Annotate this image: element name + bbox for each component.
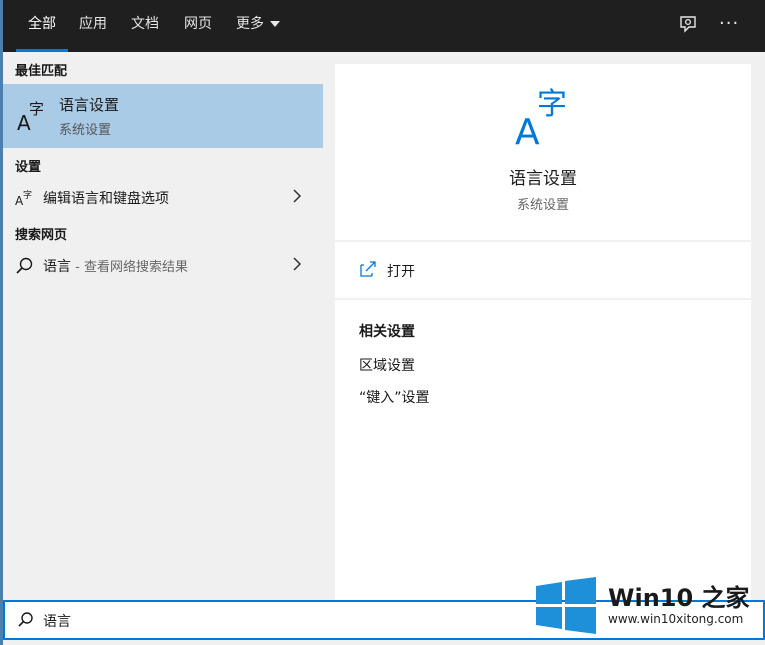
watermark: Win10 之家 www.win10xitong.com xyxy=(530,572,765,645)
search-icon xyxy=(15,256,35,276)
watermark-url: www.win10xitong.com xyxy=(608,612,744,626)
web-search-item[interactable]: 语言 - 查看网络搜索结果 xyxy=(3,250,323,282)
more-icon[interactable]: ··· xyxy=(719,14,743,38)
open-button[interactable]: 打开 xyxy=(387,261,415,281)
watermark-title: Win10 之家 xyxy=(608,584,750,612)
settings-item-edit-language[interactable]: A 字 编辑语言和键盘选项 xyxy=(3,182,323,214)
related-settings-heading: 相关设置 xyxy=(359,324,415,340)
tab-more[interactable]: 更多 xyxy=(236,0,280,52)
divider xyxy=(335,240,751,242)
preview-pane: A 字 语言设置 系统设置 打开 相关设置 区域设置 “键入”设置 xyxy=(335,64,751,600)
web-search-heading: 搜索网页 xyxy=(15,228,68,243)
search-input[interactable]: 语言 xyxy=(43,611,71,631)
feedback-icon[interactable] xyxy=(677,14,701,38)
open-icon xyxy=(359,260,377,278)
results-list: 最佳匹配 A 字 语言设置 系统设置 设置 A 字 编辑语言和键盘选项 搜索网页… xyxy=(3,52,323,600)
chevron-down-icon xyxy=(270,21,280,27)
windows-logo-icon xyxy=(534,576,598,636)
best-match-item[interactable]: A 字 语言设置 系统设置 xyxy=(3,84,323,148)
best-match-title: 语言设置 xyxy=(59,96,120,114)
related-link-typing[interactable]: “键入”设置 xyxy=(359,387,430,407)
best-match-heading: 最佳匹配 xyxy=(15,64,68,79)
tab-all[interactable]: 全部 xyxy=(16,0,68,52)
web-search-label: 语言 - 查看网络搜索结果 xyxy=(43,259,188,275)
search-panel: 全部 应用 文档 网页 更多 ··· 最佳匹配 A 字 语言设置 系统设置 设置 xyxy=(3,0,765,645)
settings-item-label: 编辑语言和键盘选项 xyxy=(43,191,169,207)
chevron-right-icon xyxy=(289,188,305,204)
tab-web[interactable]: 网页 xyxy=(184,0,212,52)
preview-subtitle: 系统设置 xyxy=(516,198,569,213)
svg-text:字: 字 xyxy=(29,100,44,118)
preview-title: 语言设置 xyxy=(509,169,577,189)
best-match-subtitle: 系统设置 xyxy=(59,123,112,138)
chevron-right-icon xyxy=(289,256,305,272)
related-link-region[interactable]: 区域设置 xyxy=(359,355,415,375)
language-icon: A 字 xyxy=(15,96,49,136)
language-large-icon: A 字 xyxy=(513,84,575,153)
tab-documents[interactable]: 文档 xyxy=(131,0,159,52)
tab-apps[interactable]: 应用 xyxy=(79,0,107,52)
svg-text:字: 字 xyxy=(23,189,32,201)
divider xyxy=(335,298,751,300)
top-bar: 全部 应用 文档 网页 更多 ··· xyxy=(3,0,765,52)
svg-text:字: 字 xyxy=(537,87,567,122)
language-small-icon: A 字 xyxy=(15,188,35,208)
search-icon xyxy=(17,611,35,629)
settings-heading: 设置 xyxy=(15,160,42,175)
